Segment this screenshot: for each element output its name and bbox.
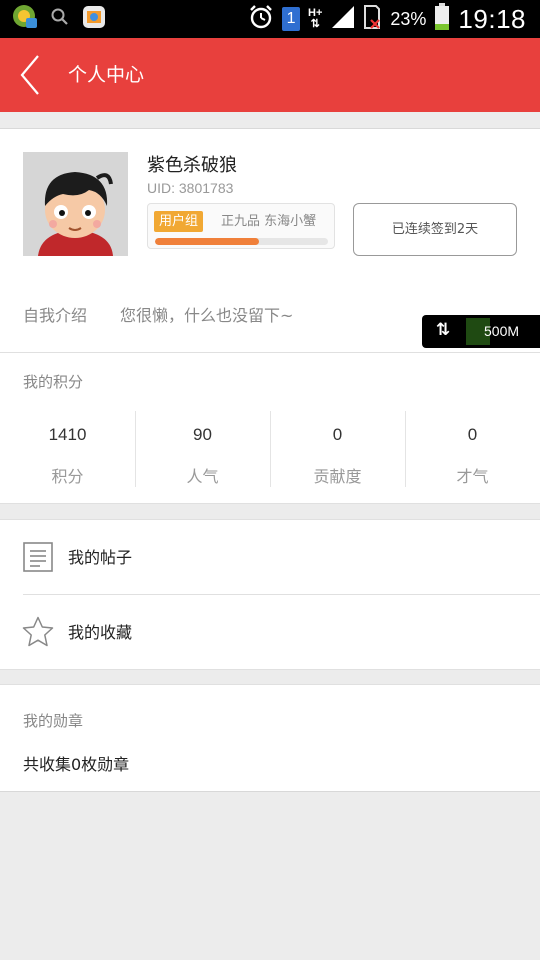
star-icon (22, 616, 54, 647)
top-bar: 个人中心 (0, 38, 540, 112)
profile-card: 紫色杀破狼 UID: 3801783 用户组 正九品 东海小蟹 已连续签到2天 (0, 128, 540, 278)
traffic-float-widget[interactable]: ⇅ 500M (422, 315, 540, 348)
stat-label: 才气 (456, 467, 489, 486)
sim-badge-icon: 1 (282, 7, 301, 31)
traffic-value: 500M (484, 323, 520, 339)
page-title: 个人中心 (68, 64, 145, 86)
menu-item-my-favorites[interactable]: 我的收藏 (0, 595, 540, 669)
intro-text: 您很懒，什么也没留下~ (120, 306, 294, 325)
medals-section[interactable]: 我的勋章 共收集0枚勋章 (0, 684, 540, 792)
stat-label: 人气 (186, 467, 219, 486)
medals-title: 我的勋章 (23, 712, 84, 730)
network-icon: H+ ⇅ (308, 7, 323, 30)
sd-card-icon (362, 4, 382, 34)
clock: 19:18 (458, 3, 526, 34)
group-rank: 正九品 东海小蟹 (221, 214, 317, 229)
medals-count: 共收集0枚勋章 (23, 755, 130, 774)
menu-item-label: 我的收藏 (68, 623, 133, 642)
menu-list: 我的帖子 我的收藏 (0, 519, 540, 670)
points-section: 我的积分 1410 积分 90 人气 0 贡献度 0 才气 (0, 353, 540, 504)
user-group-box: 用户组 正九品 东海小蟹 (147, 203, 335, 249)
stat-points[interactable]: 1410 积分 (0, 411, 136, 487)
intro-label: 自我介绍 (23, 306, 88, 325)
stat-value: 0 (467, 425, 478, 444)
battery-percent: 23% (390, 8, 427, 29)
network-type: H+ (308, 7, 323, 19)
avatar[interactable] (23, 152, 128, 256)
alarm-icon (248, 4, 274, 34)
username: 紫色杀破狼 (147, 155, 237, 176)
stat-label: 贡献度 (313, 467, 362, 486)
user-id: UID: 3801783 (147, 180, 234, 196)
menu-item-label: 我的帖子 (68, 548, 133, 567)
points-title: 我的积分 (23, 373, 84, 391)
stat-value: 1410 (48, 425, 87, 444)
stat-label: 积分 (51, 467, 84, 486)
stat-talent[interactable]: 0 才气 (405, 411, 540, 487)
chevron-left-icon (20, 55, 39, 95)
signal-icon (330, 6, 355, 32)
status-bar: 1 H+ ⇅ 23% 19:18 (0, 0, 540, 38)
level-progress-fill (155, 238, 259, 245)
app-icon (12, 4, 38, 34)
stat-value: 0 (332, 425, 343, 444)
checkin-button[interactable]: 已连续签到2天 (353, 203, 517, 256)
stat-popularity[interactable]: 90 人气 (135, 411, 271, 487)
gallery-icon (82, 5, 106, 33)
stat-contribution[interactable]: 0 贡献度 (270, 411, 406, 487)
document-icon (23, 542, 53, 572)
level-progress-bar (155, 238, 328, 245)
group-badge: 用户组 (154, 211, 204, 232)
stat-value: 90 (193, 425, 212, 444)
search-icon (50, 7, 70, 31)
back-button[interactable] (12, 50, 52, 100)
menu-item-my-posts[interactable]: 我的帖子 (0, 520, 540, 594)
swap-arrows-icon: ⇅ (436, 320, 451, 340)
battery-icon (434, 3, 450, 35)
